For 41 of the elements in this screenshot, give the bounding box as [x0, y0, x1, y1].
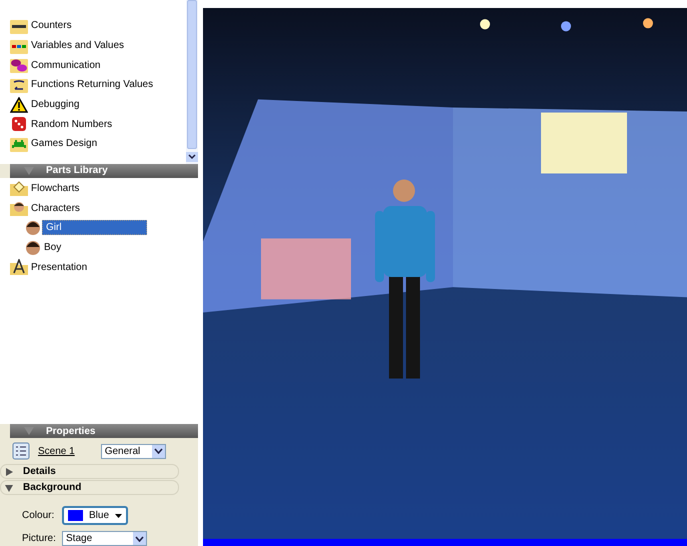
warning-icon: [10, 96, 28, 113]
scene-link[interactable]: Scene 1: [38, 446, 75, 456]
category-item[interactable]: Games Design: [29, 137, 100, 150]
avatar-icon: [25, 240, 41, 256]
colour-picker[interactable]: Blue: [62, 506, 128, 525]
panel-header[interactable]: Parts Library: [10, 164, 198, 178]
collapse-triangle-icon: [24, 427, 34, 436]
speech-bubbles-icon: [10, 57, 28, 74]
category-item[interactable]: Debugging: [29, 98, 82, 112]
avatar-icon: [25, 220, 41, 236]
section-header[interactable]: Details: [0, 464, 179, 479]
category-item[interactable]: Functions Returning Values: [29, 78, 156, 92]
collapse-triangle-icon: [24, 166, 34, 175]
scrollbar[interactable]: [186, 0, 198, 164]
folder-icon: [10, 180, 28, 196]
tree-item[interactable]: Flowcharts: [29, 182, 82, 195]
folder-icon: [10, 200, 28, 216]
field-label: Picture:: [22, 533, 56, 544]
section-header[interactable]: Background: [0, 480, 179, 495]
category-item[interactable]: Communication: [29, 58, 102, 72]
tree-item[interactable]: Girl: [42, 220, 147, 236]
variable-folder-icon: [10, 38, 28, 54]
dropdown-arrow-icon: [115, 514, 122, 518]
space-invader-icon: [10, 136, 28, 152]
expanded-triangle-icon: [5, 484, 13, 492]
category-item[interactable]: Variables and Values: [29, 39, 126, 52]
picture-dropdown[interactable]: Stage: [62, 531, 147, 546]
category-item[interactable]: Counters: [29, 19, 74, 32]
collapsed-triangle-icon: [5, 468, 13, 476]
counter-folder-icon: [10, 18, 28, 34]
function-folder-icon: [10, 76, 28, 93]
view-dropdown[interactable]: General: [100, 444, 166, 458]
folder-icon: [10, 259, 28, 276]
tree-item[interactable]: Presentation: [29, 260, 90, 274]
category-item[interactable]: Random Numbers: [29, 118, 114, 131]
tree-item[interactable]: Characters: [29, 202, 82, 215]
field-label: Colour:: [22, 510, 56, 521]
panel-header[interactable]: Properties: [10, 424, 198, 438]
tree-item[interactable]: Boy: [42, 241, 64, 254]
properties-list-icon: [12, 442, 30, 460]
dice-icon: [10, 116, 28, 132]
